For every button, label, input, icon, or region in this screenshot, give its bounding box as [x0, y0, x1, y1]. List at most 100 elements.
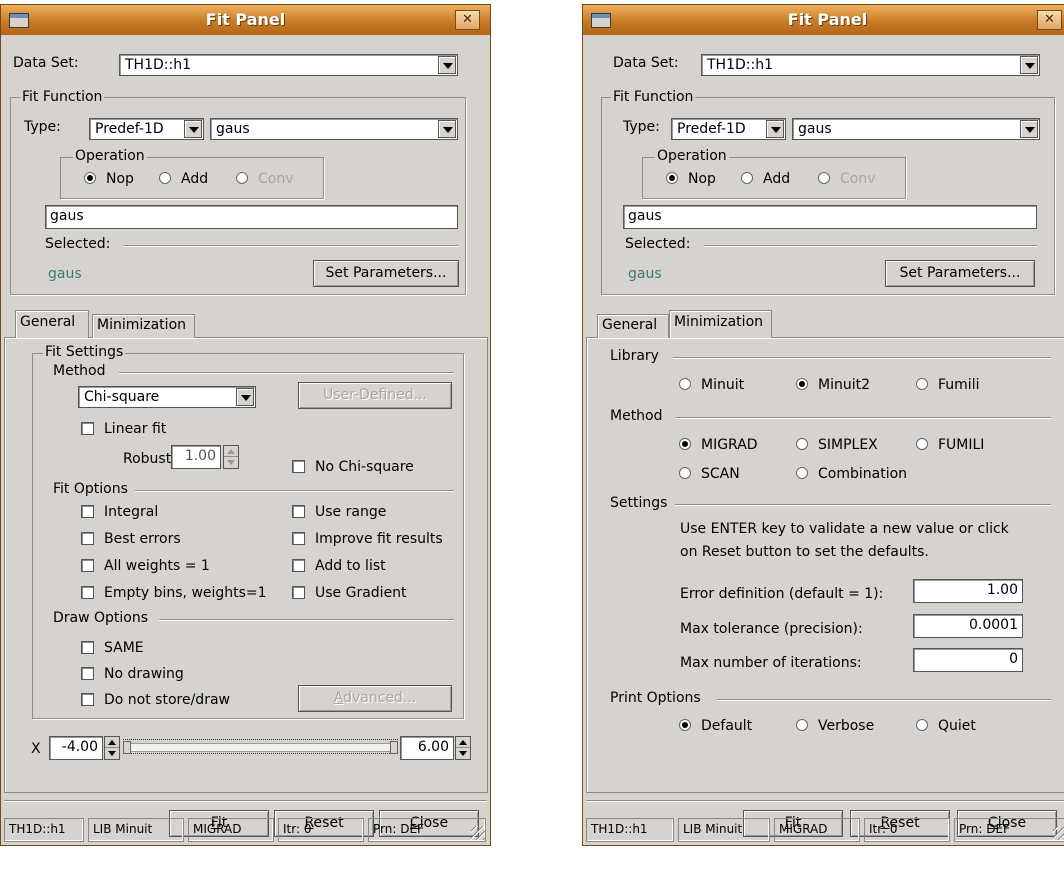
method-simplex-radio[interactable]: SIMPLEX: [796, 437, 878, 453]
print-verbose-radio[interactable]: Verbose: [796, 718, 874, 734]
all-weights-checkbox[interactable]: All weights = 1: [81, 558, 210, 574]
formula-input[interactable]: gaus: [623, 205, 1037, 229]
method-fumili-radio[interactable]: FUMILI: [916, 437, 984, 453]
x-min-spinner[interactable]: [104, 736, 120, 760]
print-default-radio[interactable]: Default: [679, 718, 752, 734]
method-combo[interactable]: Chi-square: [78, 386, 256, 408]
fit-function-label: Fit Function: [611, 89, 696, 105]
library-fumili-radio[interactable]: Fumili: [916, 377, 979, 393]
title-bar[interactable]: Fit Panel ✕: [1, 5, 490, 35]
function-combo[interactable]: gaus: [210, 118, 458, 140]
type-value: Predef-1D: [677, 121, 746, 137]
tab-minimization[interactable]: Minimization: [669, 310, 772, 338]
settings-help-line-2: on Reset button to set the defaults.: [680, 544, 929, 560]
status-library: LIB Minuit: [678, 818, 770, 842]
resize-grip-icon[interactable]: [1053, 826, 1064, 840]
error-definition-input[interactable]: 1.00: [913, 579, 1023, 603]
chevron-down-icon[interactable]: [1020, 56, 1038, 74]
empty-bins-checkbox[interactable]: Empty bins, weights=1: [81, 585, 267, 601]
x-range-slider[interactable]: [123, 735, 398, 761]
window-title: Fit Panel: [205, 10, 286, 29]
data-set-combo[interactable]: TH1D::h1: [119, 54, 458, 76]
operation-label: Operation: [73, 148, 147, 164]
data-set-combo[interactable]: TH1D::h1: [701, 54, 1040, 76]
chevron-down-icon[interactable]: [766, 120, 784, 138]
robust-label: Robust:: [123, 451, 176, 467]
fit-settings-label: Fit Settings: [43, 344, 126, 360]
fit-function-label: Fit Function: [20, 89, 105, 105]
library-minuit2-radio[interactable]: Minuit2: [796, 377, 870, 393]
integral-checkbox[interactable]: Integral: [81, 504, 158, 520]
status-print: Prn: DEF: [954, 818, 1064, 842]
window-menu-icon[interactable]: [9, 13, 29, 28]
method-scan-radio[interactable]: SCAN: [679, 466, 740, 482]
operation-nop-radio[interactable]: Nop: [666, 171, 716, 187]
x-max-input[interactable]: 6.00: [400, 736, 454, 760]
chevron-down-icon[interactable]: [438, 120, 456, 138]
window-menu-icon[interactable]: [591, 13, 611, 28]
slider-min-handle[interactable]: [123, 741, 131, 754]
max-iterations-input[interactable]: 0: [913, 648, 1023, 672]
bottom-separator: [586, 800, 1064, 802]
status-dataset: TH1D::h1: [4, 818, 84, 842]
error-definition-label: Error definition (default = 1):: [680, 586, 884, 602]
resize-grip-icon[interactable]: [471, 826, 485, 840]
selected-separator: [704, 245, 1037, 247]
set-parameters-button[interactable]: Set Parameters...: [313, 260, 459, 287]
operation-conv-radio: Conv: [818, 171, 876, 187]
operation-add-radio[interactable]: Add: [159, 171, 208, 187]
tab-general[interactable]: General: [15, 310, 89, 338]
formula-input[interactable]: gaus: [45, 205, 458, 229]
tab-minimization[interactable]: Minimization: [92, 314, 195, 338]
print-quiet-radio[interactable]: Quiet: [916, 718, 976, 734]
function-value: gaus: [216, 121, 250, 137]
draw-same-checkbox[interactable]: SAME: [81, 640, 144, 656]
chevron-down-icon[interactable]: [1020, 120, 1038, 138]
selected-separator: [124, 245, 458, 247]
operation-add-radio[interactable]: Add: [741, 171, 790, 187]
method-migrad-radio[interactable]: MIGRAD: [679, 437, 758, 453]
robust-input: 1.00: [171, 445, 221, 469]
settings-help-line-1: Use ENTER key to validate a new value or…: [680, 521, 1009, 537]
chevron-down-icon[interactable]: [438, 56, 456, 74]
title-bar[interactable]: Fit Panel ✕: [583, 5, 1064, 35]
method-combination-radio[interactable]: Combination: [796, 466, 907, 482]
x-max-spinner[interactable]: [455, 736, 471, 760]
max-tolerance-label: Max tolerance (precision):: [680, 621, 863, 637]
status-method: MIGRAD: [188, 818, 274, 842]
close-icon[interactable]: ✕: [1037, 10, 1062, 30]
data-set-label: Data Set:: [13, 55, 79, 71]
linear-fit-checkbox[interactable]: Linear fit: [81, 421, 166, 437]
library-minuit-radio[interactable]: Minuit: [679, 377, 744, 393]
no-drawing-checkbox[interactable]: No drawing: [81, 666, 184, 682]
x-min-input[interactable]: -4.00: [49, 736, 103, 760]
use-range-checkbox[interactable]: Use range: [292, 504, 386, 520]
operation-nop-radio[interactable]: Nop: [84, 171, 134, 187]
status-method: MIGRAD: [774, 818, 860, 842]
chevron-down-icon[interactable]: [236, 388, 254, 406]
bottom-separator: [4, 800, 487, 802]
user-defined-button: User-Defined...: [298, 382, 452, 409]
type-combo[interactable]: Predef-1D: [671, 118, 786, 140]
status-bar: TH1D::h1 LIB Minuit MIGRAD Itr: 0 Prn: D…: [4, 818, 487, 842]
method-value: Chi-square: [84, 389, 160, 405]
add-to-list-checkbox[interactable]: Add to list: [292, 558, 386, 574]
data-set-value: TH1D::h1: [125, 57, 191, 73]
slider-max-handle[interactable]: [390, 741, 398, 754]
function-combo[interactable]: gaus: [792, 118, 1040, 140]
chevron-down-icon[interactable]: [184, 120, 202, 138]
print-options-separator: [717, 699, 1051, 701]
do-not-store-checkbox[interactable]: Do not store/draw: [81, 692, 230, 708]
method-label: Method: [53, 363, 106, 379]
max-tolerance-input[interactable]: 0.0001: [913, 614, 1023, 638]
set-parameters-button[interactable]: Set Parameters...: [885, 260, 1035, 287]
tab-general[interactable]: General: [597, 314, 669, 338]
best-errors-checkbox[interactable]: Best errors: [81, 531, 181, 547]
library-label: Library: [610, 348, 659, 364]
use-gradient-checkbox[interactable]: Use Gradient: [292, 585, 407, 601]
window-title: Fit Panel: [787, 10, 868, 29]
type-combo[interactable]: Predef-1D: [89, 118, 204, 140]
close-icon[interactable]: ✕: [455, 10, 480, 30]
no-chi-square-checkbox[interactable]: No Chi-square: [292, 459, 414, 475]
improve-fit-checkbox[interactable]: Improve fit results: [292, 531, 443, 547]
